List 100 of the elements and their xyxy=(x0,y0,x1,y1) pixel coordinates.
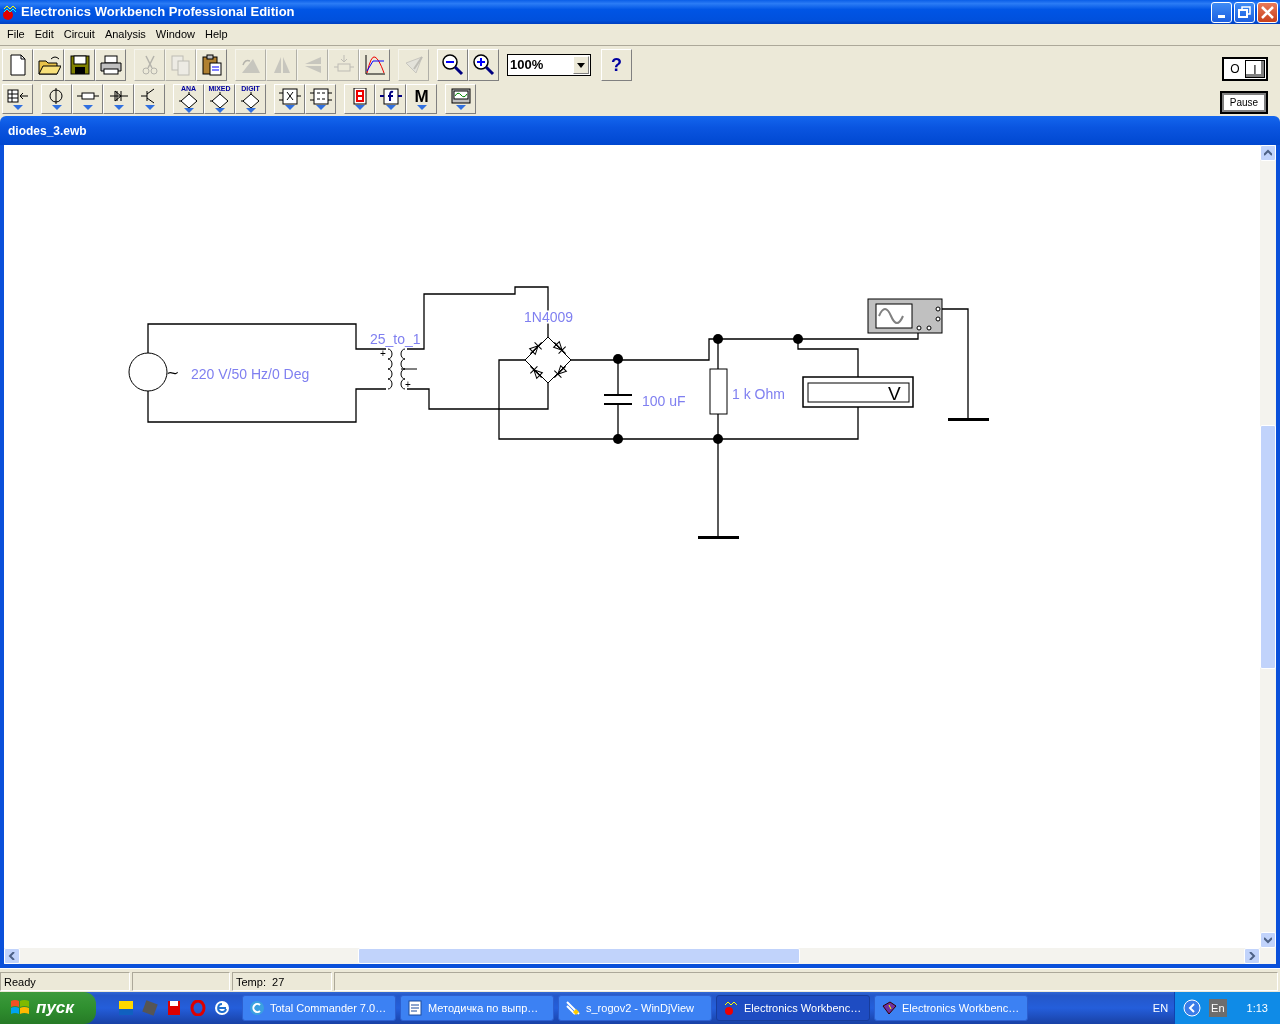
instruments-button[interactable] xyxy=(445,84,476,114)
parts-bin-button[interactable] xyxy=(2,84,33,114)
ac-source-drawing xyxy=(128,352,168,392)
capacitor-label: 100 uF xyxy=(642,393,686,409)
open-button[interactable] xyxy=(33,49,64,81)
diodes-button[interactable] xyxy=(103,84,134,114)
pause-button[interactable]: Pause xyxy=(1220,91,1268,114)
scroll-down-button[interactable] xyxy=(1260,932,1276,948)
indicators-button[interactable] xyxy=(344,84,375,114)
polarity-mark: + xyxy=(380,348,386,359)
polarity-mark: + xyxy=(405,379,411,390)
clock: 1:13 xyxy=(1246,1000,1268,1016)
taskbar-button[interactable]: s_rogov2 - WinDjView xyxy=(558,995,712,1021)
controls-button[interactable] xyxy=(375,84,406,114)
chip-icon xyxy=(177,92,200,108)
windows-flag-icon xyxy=(10,999,30,1017)
transformer-drawing xyxy=(387,348,418,390)
input-language-indicator[interactable]: En xyxy=(1209,998,1227,1018)
scrollbar-thumb[interactable] xyxy=(358,948,800,964)
taskbar-button[interactable]: Total Commander 7.0… xyxy=(242,995,396,1021)
help-button[interactable]: ? xyxy=(601,49,632,81)
logic-gates-button[interactable] xyxy=(274,84,305,114)
app-logo-icon xyxy=(2,4,18,20)
instrument-icon xyxy=(449,88,472,105)
menu-item[interactable]: Circuit xyxy=(58,26,100,43)
paste-button[interactable] xyxy=(196,49,227,81)
restore-button[interactable] xyxy=(1234,1,1255,23)
quick-launch-button[interactable] xyxy=(214,1000,230,1016)
zoom-out-icon xyxy=(440,53,465,77)
document-icon xyxy=(407,1000,423,1016)
resistor-drawing xyxy=(709,368,728,415)
quick-launch-button[interactable] xyxy=(166,1000,182,1016)
temperature-readout: Temp: 27 xyxy=(232,972,332,991)
diode-bridge-drawing xyxy=(524,336,572,384)
ground-symbol xyxy=(698,536,739,539)
printer-icon xyxy=(98,53,123,77)
status-message: Ready xyxy=(0,972,130,991)
transformer-label: 25_to_1 xyxy=(370,331,421,347)
gate-icon xyxy=(278,88,301,105)
chip-tool-icon xyxy=(142,1000,158,1016)
scrollbar-thumb[interactable] xyxy=(1260,425,1276,669)
source-label: 220 V/50 Hz/0 Deg xyxy=(191,366,310,382)
zoom-in-button[interactable] xyxy=(468,49,499,81)
diode-icon xyxy=(107,88,130,105)
junction-dot xyxy=(613,354,623,364)
miscellaneous-button[interactable]: M xyxy=(406,84,437,114)
ground-symbol xyxy=(948,418,989,421)
quick-launch-button[interactable] xyxy=(118,1000,134,1016)
power-switch[interactable]: O I xyxy=(1222,57,1268,81)
menu-item[interactable]: Edit xyxy=(29,26,59,43)
taskbar-button[interactable]: Electronics Workbenc… xyxy=(874,995,1028,1021)
menu-item[interactable]: Window xyxy=(150,26,200,43)
save-button[interactable] xyxy=(64,49,95,81)
resistor-label: 1 k Ohm xyxy=(732,386,785,402)
zoom-dropdown[interactable]: 100% xyxy=(507,54,591,76)
chip-icon xyxy=(239,92,262,108)
panels-icon xyxy=(249,1000,265,1016)
print-button[interactable] xyxy=(95,49,126,81)
minimize-button[interactable] xyxy=(1211,1,1232,23)
restore-icon xyxy=(1238,6,1251,18)
junction-dot xyxy=(793,334,803,344)
digital-button[interactable] xyxy=(305,84,336,114)
opera-icon xyxy=(190,1000,206,1016)
pages-icon xyxy=(168,53,193,77)
capacitor-drawing xyxy=(603,394,633,405)
clipboard-icon xyxy=(199,53,224,77)
junction-dot xyxy=(713,434,723,444)
close-icon xyxy=(1261,5,1274,19)
transistors-button[interactable] xyxy=(134,84,165,114)
menu-item[interactable]: File xyxy=(2,26,30,43)
scroll-up-button[interactable] xyxy=(1260,145,1276,161)
show-hidden-icons-button[interactable] xyxy=(1183,999,1202,1017)
taskbar-button[interactable]: Electronics Workbenc… xyxy=(716,995,870,1021)
menu-item[interactable]: Analysis xyxy=(99,26,151,43)
chip-icon xyxy=(208,92,231,108)
folder-icon xyxy=(36,53,61,77)
chip-app-icon xyxy=(118,1000,134,1016)
language-indicator[interactable]: EN xyxy=(1152,999,1169,1017)
scroll-left-button[interactable] xyxy=(4,948,20,964)
caret-icon xyxy=(577,62,585,68)
graph-icon xyxy=(362,53,387,77)
junction-dot xyxy=(613,434,623,444)
scroll-right-button[interactable] xyxy=(1244,948,1260,964)
book-icon xyxy=(881,1000,897,1016)
document-title: diodes_3.ewb xyxy=(0,116,1280,145)
basic-button[interactable] xyxy=(72,84,103,114)
menu-item[interactable]: Help xyxy=(199,26,233,43)
flip-flop-icon xyxy=(309,88,332,105)
junction-dot xyxy=(713,334,723,344)
sources-button[interactable] xyxy=(41,84,72,114)
zoom-out-button[interactable] xyxy=(437,49,468,81)
start-button[interactable]: пуск xyxy=(0,992,96,1024)
new-file-button[interactable] xyxy=(2,49,33,81)
pen-nib-icon xyxy=(565,1000,581,1016)
parts-bin-icon xyxy=(6,88,29,105)
close-button[interactable] xyxy=(1257,1,1278,23)
window-title: Electronics Workbench Professional Edition xyxy=(21,3,296,22)
browser-icon xyxy=(214,1000,230,1016)
analysis-graphs-button[interactable] xyxy=(359,49,390,81)
taskbar-button[interactable]: Методичка по выпр… xyxy=(400,995,554,1021)
